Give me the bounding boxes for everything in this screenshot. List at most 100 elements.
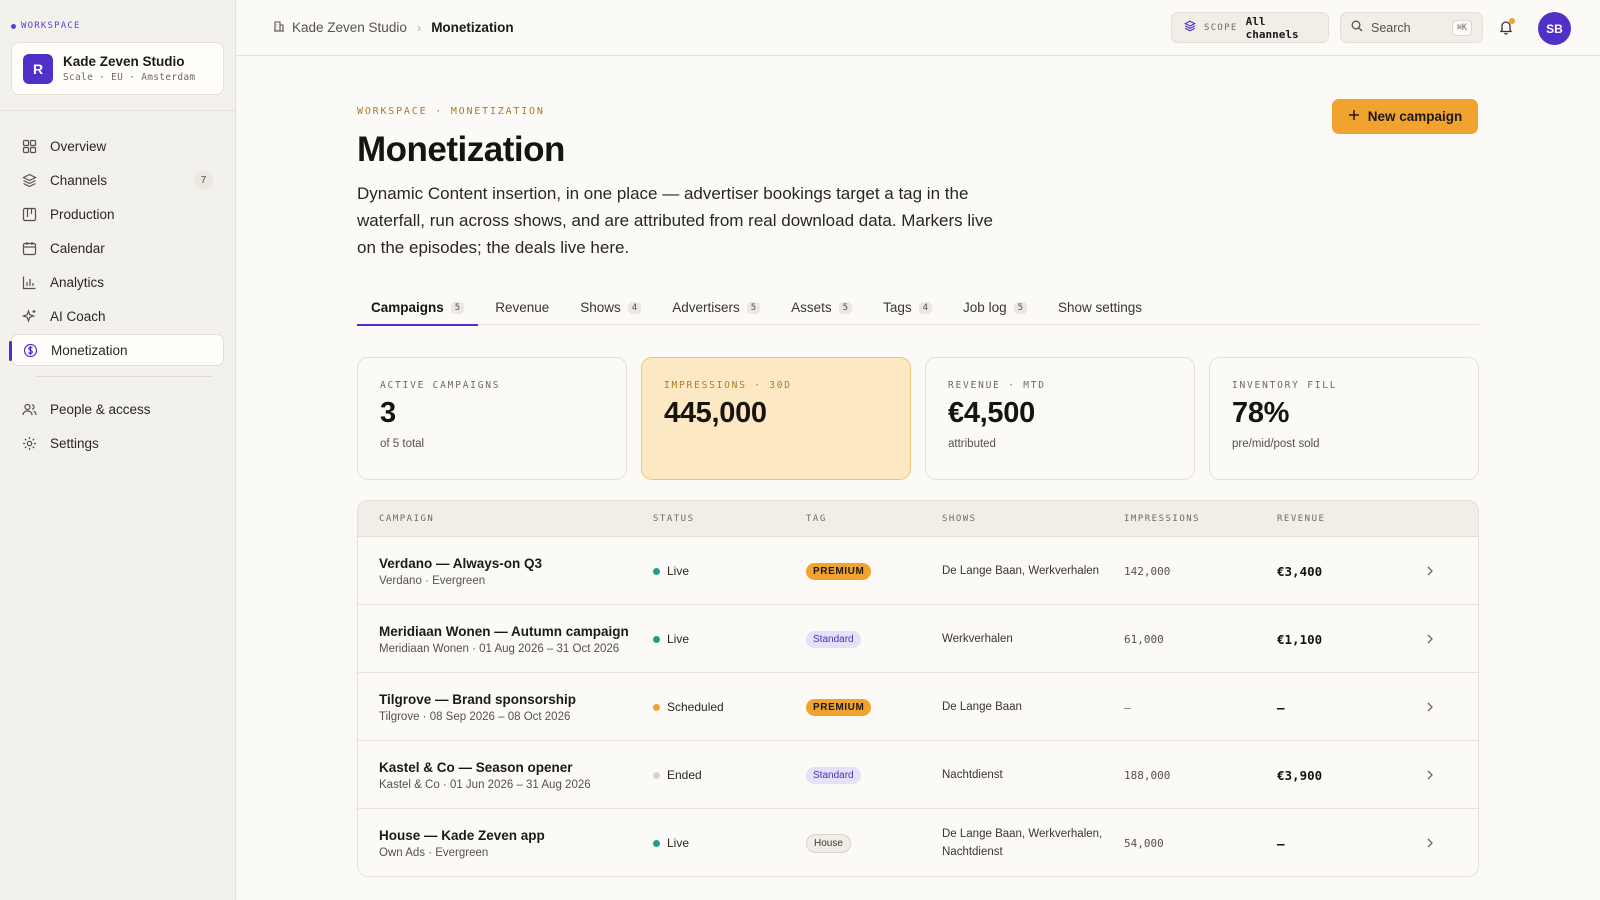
tab-job-log[interactable]: Job log 5	[949, 290, 1041, 325]
users-icon	[22, 402, 37, 417]
sidebar-item-ai-coach[interactable]: AI Coach	[11, 300, 224, 332]
column-header-impressions[interactable]: IMPRESSIONS	[1124, 514, 1200, 524]
page-title: Monetization	[357, 130, 565, 169]
row-open-button[interactable]	[1423, 537, 1437, 605]
kpi-active-campaigns: ACTIVE CAMPAIGNS 3 of 5 total	[357, 357, 627, 480]
kpi-row: ACTIVE CAMPAIGNS 3 of 5 total IMPRESSION…	[357, 357, 1479, 480]
row-open-button[interactable]	[1423, 673, 1437, 741]
table-header: CAMPAIGN STATUS TAG SHOWS IMPRESSIONS RE…	[358, 501, 1478, 537]
campaign-subtitle: Tilgrove · 08 Sep 2026 – 08 Oct 2026	[379, 710, 571, 723]
tag-badge: PREMIUM	[806, 698, 872, 716]
tab-tags[interactable]: Tags 4	[869, 290, 946, 325]
shows-cell: De Lange Baan	[942, 673, 1112, 741]
kpi-sub: pre/mid/post sold	[1232, 438, 1320, 450]
tab-shows[interactable]: Shows 4	[566, 290, 655, 325]
impressions-cell: 61,000	[1124, 605, 1164, 673]
campaign-title[interactable]: Meridiaan Wonen — Autumn campaign	[379, 624, 629, 639]
column-header-campaign[interactable]: CAMPAIGN	[379, 514, 434, 524]
row-open-button[interactable]	[1423, 605, 1437, 673]
tab-count: 4	[627, 301, 642, 314]
shows-list: Nachtdienst	[942, 769, 1003, 781]
table-row[interactable]: Verdano — Always-on Q3 Verdano · Evergree…	[358, 537, 1478, 605]
sidebar-item-label: Channels	[50, 172, 108, 188]
sidebar-item-analytics[interactable]: Analytics	[11, 266, 224, 298]
calendar-icon	[22, 241, 37, 256]
campaigns-table: CAMPAIGN STATUS TAG SHOWS IMPRESSIONS RE…	[357, 500, 1479, 877]
tab-assets[interactable]: Assets 5	[777, 290, 866, 325]
campaign-title[interactable]: House — Kade Zeven app	[379, 828, 545, 843]
status-cell: Live	[653, 537, 689, 605]
impressions-value: 142,000	[1124, 564, 1171, 578]
tab-advertisers[interactable]: Advertisers 5	[658, 290, 774, 325]
table-row[interactable]: Kastel & Co — Season opener Kastel & Co ·…	[358, 741, 1478, 809]
tab-show-settings[interactable]: Show settings	[1044, 290, 1156, 325]
status-cell: Ended	[653, 741, 702, 809]
search-input[interactable]	[1371, 20, 1443, 35]
chevron-right-icon	[1423, 836, 1437, 850]
sidebar-item-label: Monetization	[51, 342, 128, 358]
campaign-title[interactable]: Verdano — Always-on Q3	[379, 556, 542, 571]
status-cell: Live	[653, 809, 689, 876]
notifications-button[interactable]	[1498, 18, 1516, 37]
breadcrumb-separator: ›	[416, 20, 422, 35]
channels-count-badge: 7	[194, 170, 213, 190]
campaign-subtitle: Verdano · Evergreen	[379, 574, 486, 587]
impressions-value: 54,000	[1124, 836, 1164, 850]
grid-icon	[22, 139, 37, 154]
sidebar-item-production[interactable]: Production	[11, 198, 224, 230]
table-row[interactable]: House — Kade Zeven app Own Ads · Evergree…	[358, 809, 1478, 876]
plus-icon	[1348, 109, 1360, 124]
tag-cell: House	[806, 809, 851, 876]
tab-label: Show settings	[1058, 300, 1143, 315]
new-campaign-button[interactable]: New campaign	[1332, 99, 1478, 134]
status-indicator: Ended	[653, 768, 702, 782]
sidebar-item-calendar[interactable]: Calendar	[11, 232, 224, 264]
column-header-shows[interactable]: SHOWS	[942, 514, 1112, 524]
sidebar-item-settings[interactable]: Settings	[11, 427, 224, 459]
column-header-tag[interactable]: TAG	[806, 514, 827, 524]
sidebar-item-overview[interactable]: Overview	[11, 130, 224, 162]
column-header-revenue[interactable]: REVENUE	[1277, 514, 1325, 524]
chevron-right-icon	[1423, 564, 1437, 578]
breadcrumb-current: Monetization	[431, 20, 514, 35]
tab-revenue[interactable]: Revenue	[481, 290, 563, 325]
workspace-switcher[interactable]: R Kade Zeven Studio Scale · EU · Amsterd…	[11, 42, 224, 95]
status-dot	[653, 703, 660, 711]
sidebar-item-label: Settings	[50, 435, 99, 451]
breadcrumb: Kade Zeven Studio › Monetization	[273, 20, 514, 35]
table-row[interactable]: Tilgrove — Brand sponsorship Tilgrove · 0…	[358, 673, 1478, 741]
campaign-subtitle: Meridiaan Wonen · 01 Aug 2026 – 31 Oct 2…	[379, 642, 620, 655]
revenue-cell: €3,900	[1277, 741, 1322, 809]
impressions-value: 188,000	[1124, 768, 1171, 782]
sidebar-item-people-access[interactable]: People & access	[11, 393, 224, 425]
status-cell: Scheduled	[653, 673, 724, 741]
row-open-button[interactable]	[1423, 809, 1437, 876]
shows-cell: De Lange Baan, Werkverhalen, Nachtdienst	[942, 809, 1112, 876]
sidebar-item-monetization[interactable]: Monetization	[9, 334, 224, 366]
shows-list: De Lange Baan	[942, 701, 1022, 713]
sidebar-item-label: People & access	[50, 401, 151, 417]
campaign-title[interactable]: Kastel & Co — Season opener	[379, 760, 591, 775]
workspace-avatar: R	[23, 53, 53, 84]
status-indicator: Scheduled	[653, 700, 724, 714]
row-open-button[interactable]	[1423, 741, 1437, 809]
scope-selector[interactable]: SCOPE All channels	[1171, 12, 1329, 43]
table-row[interactable]: Meridiaan Wonen — Autumn campaign Meridia…	[358, 605, 1478, 673]
gear-icon	[22, 436, 37, 451]
campaign-title[interactable]: Tilgrove — Brand sponsorship	[379, 692, 576, 707]
breadcrumb-parent[interactable]: Kade Zeven Studio	[273, 20, 407, 35]
tab-label: Tags	[883, 300, 912, 315]
status-dot	[653, 567, 660, 575]
campaign-subtitle: Own Ads · Evergreen	[379, 846, 489, 859]
tab-label: Shows	[580, 300, 621, 315]
kpi-label: INVENTORY FILL	[1232, 380, 1338, 391]
dollar-circle-icon	[23, 343, 38, 358]
user-avatar[interactable]: SB	[1538, 12, 1571, 45]
sidebar-item-channels[interactable]: Channels 7	[11, 164, 224, 196]
tab-campaigns[interactable]: Campaigns 5	[357, 290, 479, 326]
column-header-status[interactable]: STATUS	[653, 514, 695, 524]
tab-count: 4	[918, 301, 933, 314]
tab-label: Campaigns	[371, 300, 444, 315]
tag-badge: Standard	[806, 630, 861, 648]
search-box[interactable]: ⌘K	[1340, 12, 1483, 43]
